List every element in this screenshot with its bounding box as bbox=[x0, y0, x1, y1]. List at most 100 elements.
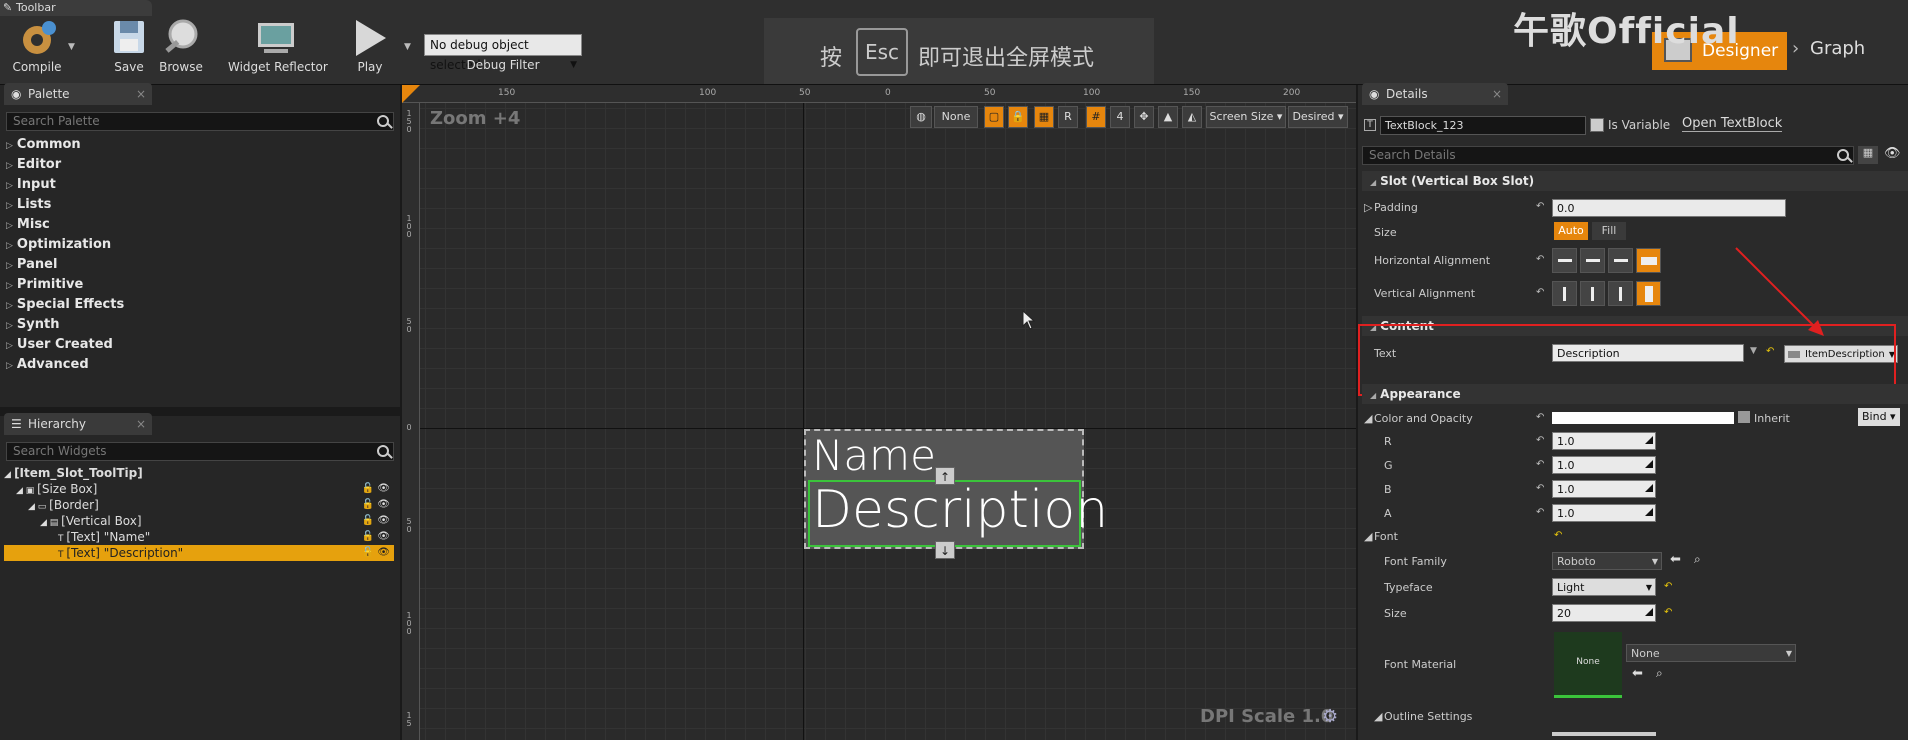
move-down-icon[interactable]: ↓ bbox=[935, 541, 955, 559]
palette-search-input[interactable]: Search Palette bbox=[6, 112, 394, 131]
palette-category-common[interactable]: Common bbox=[6, 137, 81, 152]
hierarchy-item-root[interactable]: ◢ [Item_Slot_ToolTip] bbox=[4, 465, 394, 481]
transform-icon[interactable]: ✥ bbox=[1134, 106, 1154, 128]
use-selected-arrow-icon[interactable]: ⬅ bbox=[1632, 666, 1643, 681]
desired-size-select[interactable]: Desired ▾ bbox=[1288, 106, 1348, 128]
palette-category-optimization[interactable]: Optimization bbox=[6, 237, 111, 252]
palette-category-special-effects[interactable]: Special Effects bbox=[6, 297, 124, 312]
reset-icon[interactable]: ↶ bbox=[1664, 607, 1672, 618]
lock-eye-icon[interactable]: 🔓 👁 bbox=[362, 481, 390, 497]
grid-size-button[interactable]: 4 bbox=[1110, 106, 1130, 128]
close-icon[interactable]: × bbox=[136, 413, 146, 435]
hierarchy-item-border[interactable]: ◢ ▭ [Border] 🔓 👁 bbox=[4, 497, 394, 513]
compile-button[interactable]: Compile bbox=[6, 18, 68, 78]
align-center-v-icon[interactable] bbox=[1580, 281, 1605, 306]
reset-icon[interactable]: ↶ bbox=[1664, 581, 1672, 592]
lock-eye-icon[interactable]: 🔓 👁 bbox=[362, 529, 390, 545]
browse-button[interactable]: Browse bbox=[156, 18, 206, 78]
hierarchy-item-verticalbox[interactable]: ◢ ▤ [Vertical Box] 🔓 👁 bbox=[4, 513, 394, 529]
mirror-icon[interactable]: ◭ bbox=[1182, 106, 1202, 128]
reset-icon[interactable]: ↶ bbox=[1536, 483, 1544, 494]
align-fill-v-icon[interactable] bbox=[1636, 281, 1661, 306]
use-selected-arrow-icon[interactable]: ⬅ bbox=[1670, 552, 1681, 567]
globe-icon[interactable]: ◍ bbox=[910, 106, 932, 128]
outline-toggle-icon[interactable]: ▢ bbox=[984, 106, 1004, 128]
toolbar-tab[interactable]: ✎ Toolbar bbox=[0, 0, 152, 16]
save-button[interactable]: Save bbox=[106, 18, 152, 78]
dpi-settings-gear-icon[interactable]: ⚙ bbox=[1322, 706, 1338, 727]
size-auto-toggle[interactable]: Auto bbox=[1554, 222, 1588, 240]
padding-input[interactable]: 0.0 bbox=[1552, 199, 1786, 217]
close-icon[interactable]: × bbox=[136, 83, 146, 105]
reset-icon[interactable]: ↶ bbox=[1536, 435, 1544, 446]
is-variable-checkbox[interactable] bbox=[1590, 118, 1604, 132]
compile-dropdown-icon[interactable]: ▼ bbox=[68, 42, 75, 52]
color-swatch[interactable] bbox=[1552, 412, 1734, 424]
property-matrix-icon[interactable]: ▦ bbox=[1858, 146, 1878, 164]
widget-reflector-button[interactable]: Widget Reflector bbox=[228, 18, 328, 78]
align-right-icon[interactable] bbox=[1608, 248, 1633, 273]
play-dropdown-icon[interactable]: ▼ bbox=[404, 42, 411, 52]
font-size-input[interactable]: 20 bbox=[1552, 604, 1656, 622]
appearance-section-header[interactable]: Appearance bbox=[1362, 384, 1908, 404]
palette-category-panel[interactable]: Panel bbox=[6, 257, 57, 272]
browse-asset-icon[interactable]: ⌕ bbox=[1656, 666, 1663, 681]
font-expand-icon[interactable]: ◢ bbox=[1364, 530, 1372, 543]
respect-locks-button[interactable]: R bbox=[1058, 106, 1078, 128]
palette-category-editor[interactable]: Editor bbox=[6, 157, 61, 172]
designer-canvas[interactable] bbox=[402, 85, 1356, 740]
screen-size-select[interactable]: Screen Size ▾ bbox=[1206, 106, 1286, 128]
hierarchy-item-text-name[interactable]: T [Text] "Name" 🔓 👁 bbox=[4, 529, 394, 545]
palette-category-misc[interactable]: Misc bbox=[6, 217, 50, 232]
g-input[interactable]: 1.0 bbox=[1552, 456, 1656, 474]
details-tab[interactable]: ◉ Details × bbox=[1362, 83, 1508, 105]
hierarchy-item-sizebox[interactable]: ◢ ▣ [Size Box] 🔓 👁 bbox=[4, 481, 394, 497]
preview-text-description[interactable]: Description bbox=[812, 480, 1108, 540]
align-top-icon[interactable] bbox=[1552, 281, 1577, 306]
align-center-h-icon[interactable] bbox=[1580, 248, 1605, 273]
play-button[interactable]: Play bbox=[346, 18, 394, 78]
hierarchy-item-text-description[interactable]: T [Text] "Description" 🔓 👁 bbox=[4, 545, 394, 561]
reset-icon[interactable]: ↶ bbox=[1536, 459, 1544, 470]
palette-category-primitive[interactable]: Primitive bbox=[6, 277, 83, 292]
hierarchy-tab[interactable]: ☰ Hierarchy × bbox=[4, 413, 152, 435]
r-input[interactable]: 1.0 bbox=[1552, 432, 1656, 450]
preview-text-name[interactable]: Name bbox=[812, 431, 936, 480]
inherit-checkbox[interactable] bbox=[1738, 411, 1750, 423]
reset-icon[interactable]: ↶ bbox=[1554, 530, 1562, 541]
align-bottom-icon[interactable] bbox=[1608, 281, 1633, 306]
palette-category-synth[interactable]: Synth bbox=[6, 317, 60, 332]
widget-name-input[interactable]: TextBlock_123 bbox=[1380, 116, 1586, 135]
open-textblock-link[interactable]: Open TextBlock bbox=[1682, 116, 1783, 132]
typeface-select[interactable]: Light ▼ bbox=[1552, 578, 1656, 596]
debug-object-select[interactable]: No debug object selected ▼ bbox=[424, 34, 582, 72]
font-family-select[interactable]: Roboto ▼ bbox=[1552, 552, 1662, 570]
reset-icon[interactable]: ↶ bbox=[1536, 412, 1544, 423]
bind-color-button[interactable]: Bind ▾ bbox=[1858, 408, 1900, 426]
padding-expand-icon[interactable]: ▷ bbox=[1364, 201, 1372, 214]
eye-icon[interactable]: 👁 bbox=[1884, 146, 1901, 161]
reset-icon[interactable]: ↶ bbox=[1536, 254, 1544, 265]
hierarchy-search-input[interactable]: Search Widgets bbox=[6, 442, 394, 461]
lock-eye-icon[interactable]: 🔓 👁 bbox=[362, 513, 390, 529]
close-icon[interactable]: × bbox=[1492, 83, 1502, 105]
color-expand-icon[interactable]: ◢ bbox=[1364, 412, 1372, 425]
a-input[interactable]: 1.0 bbox=[1552, 504, 1656, 522]
font-material-thumbnail[interactable]: None bbox=[1554, 632, 1622, 698]
palette-category-user-created[interactable]: User Created bbox=[6, 337, 113, 352]
lock-eye-icon[interactable]: 🔓 👁 bbox=[362, 497, 390, 513]
localization-select[interactable]: None bbox=[934, 106, 978, 128]
palette-tab[interactable]: ◉ Palette × bbox=[4, 83, 152, 105]
move-up-icon[interactable]: ↑ bbox=[935, 467, 955, 485]
browse-asset-icon[interactable]: ⌕ bbox=[1694, 552, 1701, 567]
reset-icon[interactable]: ↶ bbox=[1536, 507, 1544, 518]
palette-category-advanced[interactable]: Advanced bbox=[6, 357, 89, 372]
graph-mode-button[interactable]: Graph bbox=[1810, 38, 1865, 59]
layout-icon[interactable]: ▦ bbox=[1034, 106, 1054, 128]
grid-snap-icon[interactable]: # bbox=[1086, 106, 1106, 128]
size-fill-toggle[interactable]: Fill bbox=[1592, 222, 1626, 240]
palette-category-lists[interactable]: Lists bbox=[6, 197, 51, 212]
align-left-icon[interactable] bbox=[1552, 248, 1577, 273]
b-input[interactable]: 1.0 bbox=[1552, 480, 1656, 498]
lock-icon[interactable]: 🔒 bbox=[1008, 106, 1028, 128]
